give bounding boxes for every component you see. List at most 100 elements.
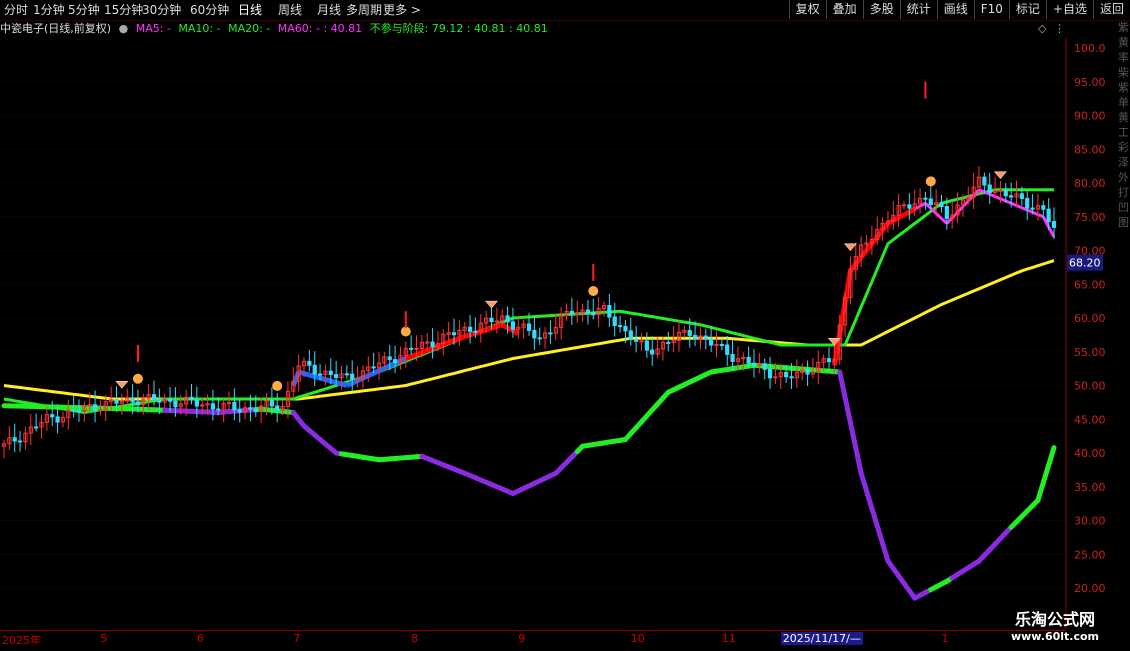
candle-body (635, 339, 638, 341)
candle-body (924, 198, 927, 199)
trend-overlay-segment (979, 190, 984, 192)
period-tab-4[interactable]: 30分钟 (142, 0, 181, 20)
candle-body (217, 409, 220, 410)
trend-overlay-segment (1000, 199, 1005, 201)
candle-body (613, 317, 616, 326)
candle-body (667, 342, 670, 343)
trend-overlay-segment (1006, 201, 1011, 203)
hand-signal-icon (926, 176, 936, 186)
period-tab-6[interactable]: 日线 (238, 0, 262, 20)
candle-body (624, 326, 627, 330)
candle-body (533, 330, 536, 337)
y-tick-label: 80.00 (1074, 177, 1106, 190)
trend-overlay-segment (315, 377, 320, 379)
period-tab-8[interactable]: 月线 (317, 0, 341, 20)
candle-body (238, 410, 241, 412)
diamond-icon[interactable]: ◇ (1038, 20, 1046, 38)
right-button-4[interactable]: 画线 (937, 0, 974, 19)
y-tick-label: 75.00 (1074, 211, 1106, 224)
candle-body (35, 427, 38, 428)
candle-body (77, 411, 80, 412)
trend-overlay-segment (497, 325, 502, 327)
hand-signal-icon (133, 374, 143, 384)
oscillator-segment (872, 508, 877, 526)
trend-overlay-segment (995, 197, 1000, 199)
candle-body (710, 339, 713, 345)
candle-body (345, 374, 348, 375)
oscillator-segment (840, 372, 845, 397)
watermark-title: 乐淘公式网 (980, 606, 1130, 630)
trend-overlay-segment (331, 381, 336, 383)
period-tab-0[interactable]: 分时 (4, 0, 28, 20)
right-button-1[interactable]: 叠加 (826, 0, 863, 19)
trend-overlay-segment (374, 371, 379, 373)
hand-signal-icon (588, 286, 598, 296)
candle-body (538, 338, 541, 339)
candle-body (51, 415, 54, 417)
right-button-8[interactable]: 返回 (1093, 0, 1130, 19)
trend-overlay-segment (347, 383, 352, 385)
right-button-7[interactable]: +自选 (1046, 0, 1093, 19)
oscillator-segment (1049, 448, 1054, 466)
candle-body (56, 417, 59, 422)
trend-overlay-segment (454, 338, 459, 340)
candle-body (645, 341, 648, 350)
trend-overlay-segment (320, 378, 325, 380)
oscillator-segment (877, 526, 882, 544)
right-button-5[interactable]: F10 (974, 0, 1009, 19)
right-button-0[interactable]: 复权 (789, 0, 826, 19)
trend-overlay-segment (304, 374, 309, 376)
trend-overlay-segment (379, 368, 384, 370)
trend-overlay-segment (909, 209, 914, 212)
period-tab-7[interactable]: 周线 (278, 0, 302, 20)
trend-overlay-segment (1038, 215, 1043, 217)
period-tab-1[interactable]: 1分钟 (33, 0, 65, 20)
settings-circle-icon[interactable]: ● (119, 22, 129, 35)
oscillator-segment (883, 543, 888, 561)
right-button-6[interactable]: 标记 (1009, 0, 1046, 19)
candle-body (136, 402, 139, 405)
right-button-3[interactable]: 统计 (900, 0, 937, 19)
candle-body (152, 395, 155, 400)
candle-body (608, 305, 611, 317)
candle-body (908, 205, 911, 208)
right-button-2[interactable]: 多股 (863, 0, 900, 19)
candle-body (763, 364, 766, 370)
trend-overlay-segment (417, 352, 422, 354)
candle-body (651, 350, 654, 354)
candle-body (1004, 190, 1007, 195)
period-tab-10[interactable]: 更多 > (383, 0, 421, 20)
oscillator-segment (867, 491, 872, 509)
menu-icon[interactable]: ⋮ (1054, 20, 1065, 38)
date-axis: 2025年5678910112025/11/17/—1 (0, 630, 1066, 651)
period-tab-5[interactable]: 60分钟 (190, 0, 229, 20)
trend-overlay-segment (438, 344, 443, 346)
price-tag-label: 68.20 (1069, 257, 1101, 270)
candle-body (688, 330, 691, 335)
trend-overlay-segment (963, 201, 968, 207)
candle-body (168, 399, 171, 401)
candle-body (704, 336, 707, 339)
candle-body (468, 327, 471, 331)
candle-body (115, 400, 118, 404)
oscillator-segment (1043, 465, 1048, 483)
period-tab-3[interactable]: 15分钟 (104, 0, 143, 20)
candle-body (233, 403, 236, 410)
trend-overlay-segment (1027, 210, 1032, 212)
trend-overlay-segment (856, 257, 861, 264)
trend-overlay-segment (936, 213, 941, 218)
period-tab-2[interactable]: 5分钟 (68, 0, 100, 20)
trend-overlay-segment (449, 340, 454, 342)
trend-overlay-segment (336, 383, 341, 385)
oscillator-segment (850, 423, 855, 448)
hand-signal-icon (272, 381, 282, 391)
trend-overlay-segment (1049, 227, 1054, 237)
trend-overlay-segment (422, 350, 427, 352)
ma5-label: MA5: - (136, 22, 171, 35)
candle-body (495, 321, 498, 322)
period-tab-9[interactable]: 多周期 (346, 0, 382, 20)
kline-chart[interactable]: 100.095.0090.0085.0080.0075.0070.0065.00… (0, 38, 1118, 630)
indicator-info-bar: 中瓷电子(日线,前复权) ● MA5: - MA10: - MA20: - MA… (0, 20, 1066, 38)
x-tick-label: 5 (100, 632, 107, 645)
trend-overlay-segment (325, 380, 330, 382)
